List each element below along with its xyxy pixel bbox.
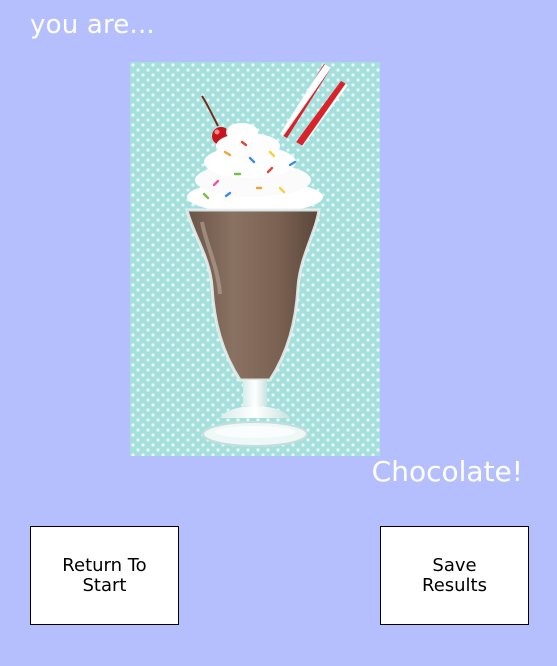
return-to-start-button[interactable]: Return To Start — [30, 526, 179, 625]
save-results-button[interactable]: Save Results — [380, 526, 529, 625]
result-image — [130, 62, 380, 456]
result-name: Chocolate! — [371, 455, 523, 488]
heading-you-are: you are... — [30, 10, 155, 40]
